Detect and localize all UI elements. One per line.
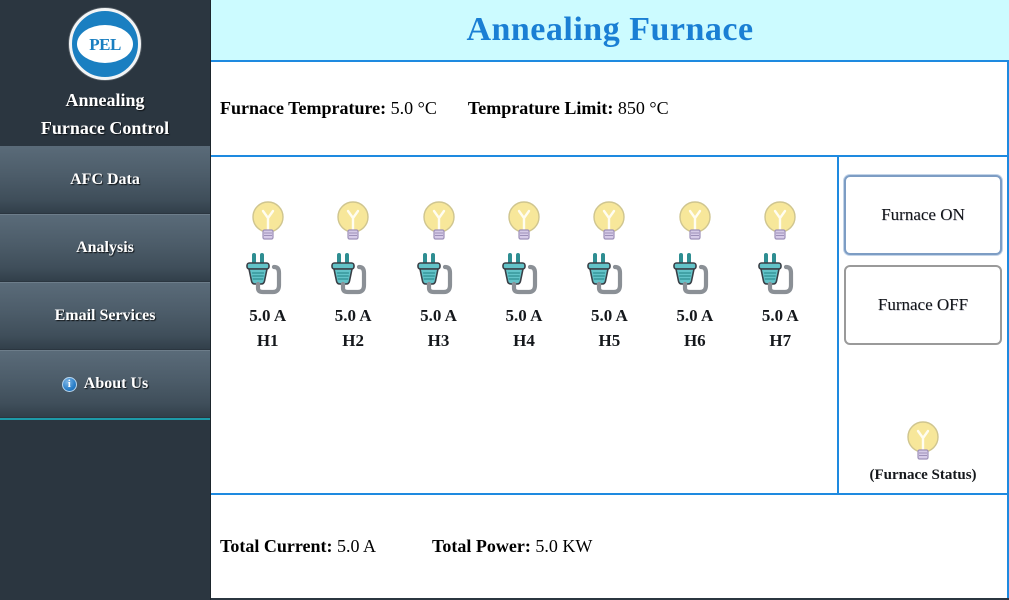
sidebar-item-about-us[interactable]: i About Us [0,350,210,420]
bulb-on-icon [333,199,373,245]
app-window: PEL Annealing Furnace Control AFC Data A… [0,0,1009,600]
furnace-temperature-value: 5.0 °C [390,98,437,118]
heater-label: H4 [513,331,535,350]
bulb-on-icon [903,419,943,465]
plug-icon [414,249,464,297]
info-icon: i [61,377,77,392]
pel-logo-icon: PEL [69,8,141,80]
heater-h3[interactable]: 5.0 A H3 [401,199,477,353]
bulb-on-icon [504,199,544,245]
heater-current: 5.0 A [761,306,799,325]
pel-logo-inner: PEL [77,25,133,63]
furnace-off-button[interactable]: Furnace OFF [844,265,1002,345]
heater-h1[interactable]: 5.0 A H1 [230,199,306,353]
brand-title-line1: Annealing [65,90,145,110]
plug-icon [670,249,720,297]
brand-block: PEL Annealing Furnace Control [0,0,210,146]
totals-row: Total Current: 5.0 A Total Power: 5.0 KW [220,536,592,557]
heater-label: H5 [598,331,621,350]
total-current-value: 5.0 A [337,536,376,556]
total-current-label: Total Current: [220,536,333,556]
heater-label: H1 [256,331,279,350]
page-title-bar: Annealing Furnace [211,0,1009,62]
furnace-temperature-label: Furnace Temprature: [220,98,387,118]
temperature-panel: Furnace Temprature: 5.0 °C Temprature Li… [211,62,1009,157]
plug-icon [328,249,378,297]
brand-title-line2: Furnace Control [40,118,170,138]
middle-section: 5.0 A H1 5.0 A H2 5.0 A H3 5.0 A H4 5.0 … [211,157,1009,495]
sidebar-item-label: AFC Data [70,170,140,188]
heater-current: 5.0 A [249,306,287,325]
sidebar: PEL Annealing Furnace Control AFC Data A… [0,0,211,600]
total-power-label: Total Power: [432,536,531,556]
temperature-limit-value: 850 °C [617,98,669,118]
heater-current: 5.0 A [590,306,628,325]
heater-label: H3 [427,331,450,350]
furnace-status-block: (Furnace Status) [839,419,1007,484]
bulb-on-icon [248,199,288,245]
furnace-on-button[interactable]: Furnace ON [844,175,1002,255]
heater-current: 5.0 A [334,306,372,325]
bulb-on-icon [675,199,715,245]
heater-h7[interactable]: 5.0 A H7 [742,199,818,353]
sidebar-item-label: Analysis [76,239,134,256]
pel-logo-text: PEL [89,34,121,54]
plug-icon [584,249,634,297]
heater-label: H7 [769,331,792,350]
temperature-row: Furnace Temprature: 5.0 °C Temprature Li… [220,98,669,119]
heater-h2[interactable]: 5.0 A H2 [315,199,391,353]
heater-label: H6 [683,331,706,350]
bulb-on-icon [760,199,800,245]
main-content: Annealing Furnace Furnace Temprature: 5.… [211,0,1009,600]
heater-current: 5.0 A [420,306,457,325]
heater-h4[interactable]: 5.0 A H4 [486,199,562,353]
heater-label: H2 [342,331,364,350]
temperature-limit-label: Temprature Limit: [467,98,614,118]
furnace-status-caption: (Furnace Status) [869,467,977,483]
bulb-on-icon [589,199,629,245]
bulb-on-icon [419,199,459,245]
heater-h6[interactable]: 5.0 A H6 [657,199,733,353]
heater-h5[interactable]: 5.0 A H5 [571,199,647,353]
total-power-value: 5.0 KW [535,536,593,556]
sidebar-item-afc-data[interactable]: AFC Data [0,146,210,216]
plug-icon [755,249,805,297]
sidebar-item-label: Email Services [54,307,156,324]
sidebar-item-analysis[interactable]: Analysis [0,214,210,284]
sidebar-item-label: About Us [83,375,149,392]
totals-panel: Total Current: 5.0 A Total Power: 5.0 KW [211,495,1009,598]
plug-icon [243,249,293,297]
plug-icon [499,249,549,297]
heaters-panel: 5.0 A H1 5.0 A H2 5.0 A H3 5.0 A H4 5.0 … [211,157,839,495]
heater-current: 5.0 A [676,306,714,325]
sidebar-item-email-services[interactable]: Email Services [0,282,210,352]
furnace-control-panel: Furnace ON Furnace OFF (Furnace Status) [839,157,1009,495]
page-title: Annealing Furnace [466,11,754,48]
about-us-row: i About Us [61,375,149,393]
heater-current: 5.0 A [505,306,543,325]
